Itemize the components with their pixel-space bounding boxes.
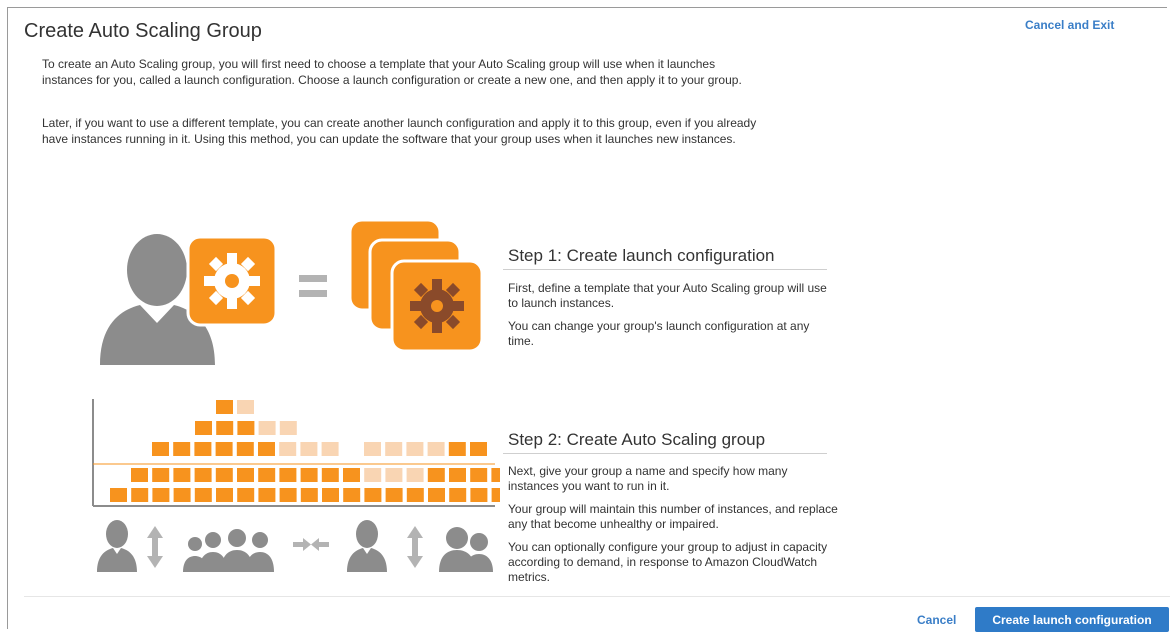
instance-cell (343, 468, 360, 482)
instance-cell (236, 442, 254, 456)
instance-cell (427, 442, 445, 456)
user-icon (97, 520, 137, 572)
instance-cell (173, 488, 191, 502)
instance-cell (216, 400, 233, 414)
cancel-button[interactable]: Cancel (917, 613, 956, 627)
instance-cell (300, 488, 318, 502)
instance-cell (406, 468, 424, 482)
instance-cell (152, 442, 169, 456)
instance-cell (428, 488, 445, 502)
instance-cell (215, 468, 233, 482)
step1-text-1: First, define a template that your Auto … (508, 281, 827, 310)
step2-text-2: Your group will maintain this number of … (508, 502, 838, 531)
instance-cell (300, 468, 318, 482)
instance-cell (406, 488, 424, 502)
instance-cell (258, 442, 275, 456)
converge-arrows-icon (293, 538, 329, 551)
instance-cell (279, 442, 297, 456)
instance-cell (470, 468, 488, 482)
instance-cell (131, 468, 148, 482)
instance-cell (173, 442, 191, 456)
instance-cell (173, 468, 191, 482)
instance-cell (470, 442, 487, 456)
instance-cell (364, 488, 382, 502)
equals-icon (299, 275, 327, 297)
instance-cell (258, 421, 276, 435)
scale-arrows-icon (407, 526, 423, 568)
instance-cell (131, 488, 149, 502)
instance-cell (237, 400, 254, 414)
instance-cell (385, 488, 403, 502)
step2-text-1: Next, give your group a name and specify… (508, 464, 788, 493)
instance-cell (110, 488, 127, 502)
instance-cell (194, 468, 212, 482)
instance-grid-icon (92, 399, 500, 507)
instance-cell (321, 442, 339, 456)
instance-cell (195, 421, 212, 435)
step2-divider (503, 453, 827, 454)
instance-cell (215, 442, 233, 456)
instance-cell (216, 488, 233, 502)
instance-cell (300, 442, 318, 456)
scale-people-illustration (97, 520, 493, 572)
intro-paragraph-1: To create an Auto Scaling group, you wil… (42, 57, 742, 87)
instance-cell (237, 488, 255, 502)
instance-cell (237, 468, 254, 482)
instance-cell (343, 488, 361, 502)
instance-cell (364, 468, 382, 482)
instance-cell (258, 488, 276, 502)
user-group-icon (183, 529, 274, 572)
step1-divider (503, 269, 827, 270)
step2-title: Step 2: Create Auto Scaling group (508, 430, 766, 449)
step1-text-2: You can change your group's launch confi… (508, 319, 810, 348)
instance-cell (152, 488, 170, 502)
step1-title: Step 1: Create launch configuration (508, 246, 775, 265)
instance-cell (237, 421, 255, 435)
instance-cell (448, 442, 466, 456)
instance-cell (364, 442, 381, 456)
user-icon (347, 520, 387, 572)
cancel-and-exit-link[interactable]: Cancel and Exit (1025, 18, 1114, 32)
instance-cell (491, 468, 500, 482)
step2-text-3: You can optionally configure your group … (508, 540, 828, 584)
user-group-icon (439, 527, 493, 572)
instance-cell (194, 442, 212, 456)
instance-cell (216, 421, 234, 435)
footer-divider (24, 596, 1170, 597)
instance-cell (470, 488, 488, 502)
stacked-config-icon (348, 218, 484, 353)
instance-cell (449, 468, 466, 482)
instance-cell (152, 468, 170, 482)
instance-cell (279, 488, 297, 502)
create-launch-configuration-button[interactable]: Create launch configuration (975, 607, 1169, 632)
instance-cell (279, 421, 297, 435)
instance-cell (322, 488, 339, 502)
intro-paragraph-2: Later, if you want to use a different te… (42, 116, 757, 146)
instance-cell (258, 468, 276, 482)
instance-cell (491, 488, 500, 502)
instance-cell (279, 468, 297, 482)
instance-cell (427, 468, 445, 482)
instance-cell (321, 468, 339, 482)
instance-cell (449, 488, 467, 502)
instance-cell (406, 442, 424, 456)
instance-cell (385, 442, 403, 456)
instance-cell (385, 468, 403, 482)
scale-arrows-icon (147, 526, 163, 568)
gear-icon (186, 235, 278, 327)
instance-cell (194, 488, 212, 502)
launch-config-illustration (100, 218, 484, 365)
page-title: Create Auto Scaling Group (24, 20, 262, 42)
